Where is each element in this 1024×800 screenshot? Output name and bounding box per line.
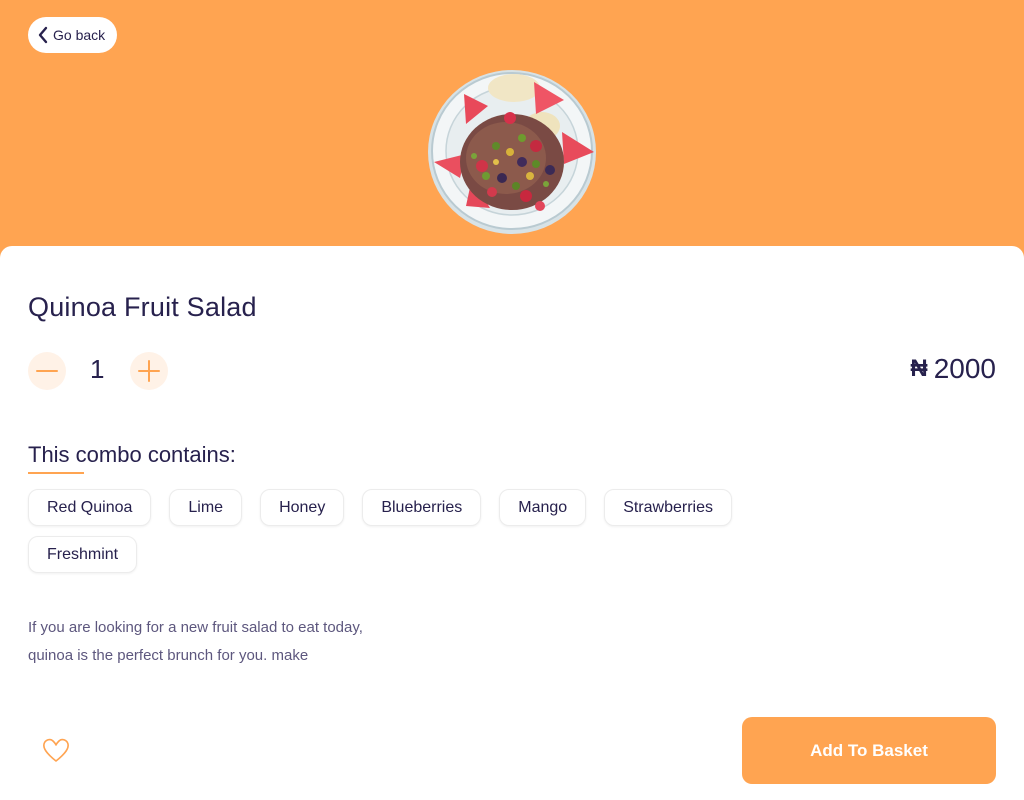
ingredient-chip: Mango <box>499 489 587 526</box>
price: ₦ 2000 <box>910 353 996 385</box>
go-back-label: Go back <box>53 27 106 43</box>
description-line: quinoa is the perfect brunch for you. ma… <box>28 647 309 664</box>
ingredient-chip: Blueberries <box>362 489 482 526</box>
description-line: If you are looking for a new fruit salad… <box>28 619 363 636</box>
favorite-button[interactable] <box>40 734 72 766</box>
heart-outline-icon <box>43 738 69 762</box>
hero-header: Go back <box>0 0 1024 270</box>
decrease-quantity-button[interactable] <box>28 352 66 390</box>
ingredient-chip: Strawberries <box>604 489 732 526</box>
fruit-salad-bowl-image <box>428 70 596 234</box>
product-title: Quinoa Fruit Salad <box>28 292 257 322</box>
quantity-value: 1 <box>90 354 105 384</box>
chevron-left-icon <box>38 26 48 44</box>
go-back-button[interactable]: Go back <box>28 17 118 53</box>
ingredient-chip: Red Quinoa <box>28 489 152 526</box>
combo-heading-underline <box>28 472 84 474</box>
quantity-price-row: 1 ₦ 2000 <box>28 352 996 392</box>
ingredient-chip: Lime <box>169 489 243 526</box>
ingredient-chip: Honey <box>260 489 345 526</box>
product-description: If you are looking for a new fruit salad… <box>28 614 428 670</box>
price-value: 2000 <box>933 353 996 384</box>
plus-icon <box>138 360 160 382</box>
combo-heading: This combo contains: <box>28 442 236 467</box>
increase-quantity-button[interactable] <box>130 352 168 390</box>
combo-ingredients-list: Red Quinoa Lime Honey Blueberries Mango … <box>28 489 788 573</box>
naira-currency-symbol: ₦ <box>910 355 928 382</box>
add-to-basket-button[interactable]: Add To Basket <box>742 717 996 784</box>
minus-icon <box>36 370 58 372</box>
ingredient-chip: Freshmint <box>28 536 138 573</box>
